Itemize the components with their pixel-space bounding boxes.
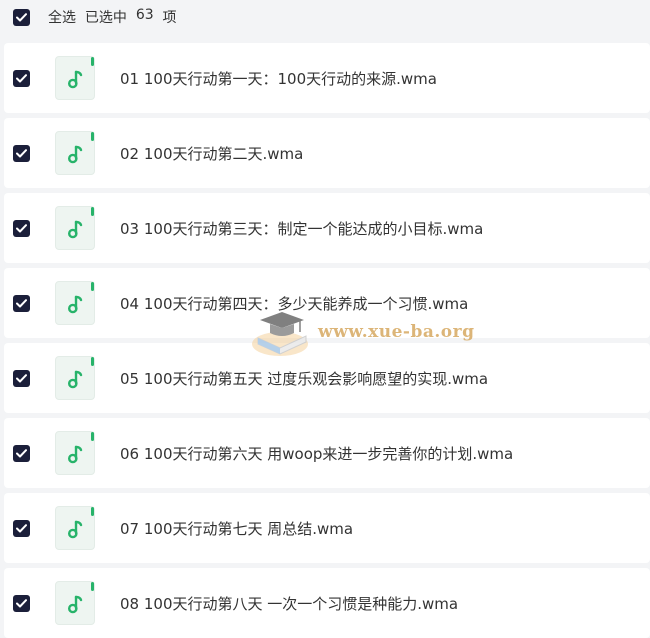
- selection-summary: 全选 已选中 63 项: [48, 7, 177, 27]
- checkmark-icon: [16, 223, 27, 232]
- file-row[interactable]: 04 100天行动第四天：多少天能养成一个习惯.wma: [4, 268, 650, 338]
- file-name: 02 100天行动第二天.wma: [120, 144, 304, 163]
- selected-prefix: 已选中: [84, 10, 127, 26]
- checkmark-icon: [16, 448, 27, 457]
- file-name: 04 100天行动第四天：多少天能养成一个习惯.wma: [120, 294, 469, 313]
- file-name: 03 100天行动第三天：制定一个能达成的小目标.wma: [120, 219, 484, 238]
- checkmark-icon: [16, 298, 27, 307]
- checkmark-icon: [16, 598, 27, 607]
- select-all-checkbox[interactable]: [13, 8, 30, 26]
- file-row[interactable]: 07 100天行动第七天 周总结.wma: [4, 493, 650, 563]
- music-note-icon: [55, 281, 95, 325]
- file-name: 07 100天行动第七天 周总结.wma: [120, 519, 354, 538]
- file-checkbox[interactable]: [13, 519, 30, 537]
- file-row[interactable]: 03 100天行动第三天：制定一个能达成的小目标.wma: [4, 193, 650, 263]
- checkmark-icon: [16, 148, 27, 157]
- music-note-icon: [55, 431, 95, 475]
- file-row[interactable]: 05 100天行动第五天 过度乐观会影响愿望的实现.wma: [4, 343, 650, 413]
- file-row[interactable]: 08 100天行动第八天 一次一个习惯是种能力.wma: [4, 568, 650, 638]
- music-note-icon: [55, 356, 95, 400]
- file-checkbox[interactable]: [13, 144, 30, 162]
- checkmark-icon: [16, 523, 27, 532]
- music-note-icon: [55, 131, 95, 175]
- file-row[interactable]: 02 100天行动第二天.wma: [4, 118, 650, 188]
- music-note-icon: [55, 506, 95, 550]
- file-checkbox[interactable]: [13, 294, 30, 312]
- file-name: 08 100天行动第八天 一次一个习惯是种能力.wma: [120, 594, 459, 613]
- selected-suffix: 项: [162, 10, 177, 26]
- selected-count: 63: [135, 7, 154, 23]
- music-note-icon: [55, 581, 95, 625]
- file-row[interactable]: 01 100天行动第一天：100天行动的来源.wma: [4, 43, 650, 113]
- checkmark-icon: [16, 373, 27, 382]
- selection-header: 全选 已选中 63 项: [0, 0, 650, 34]
- music-note-icon: [55, 56, 95, 100]
- checkmark-icon: [16, 73, 27, 82]
- file-name: 05 100天行动第五天 过度乐观会影响愿望的实现.wma: [120, 369, 489, 388]
- file-name: 06 100天行动第六天 用woop来进一步完善你的计划.wma: [120, 444, 514, 463]
- file-checkbox[interactable]: [13, 444, 30, 462]
- music-note-icon: [55, 206, 95, 250]
- checkmark-icon: [16, 12, 27, 21]
- select-all-label[interactable]: 全选: [48, 7, 76, 27]
- file-row[interactable]: 06 100天行动第六天 用woop来进一步完善你的计划.wma: [4, 418, 650, 488]
- file-checkbox[interactable]: [13, 219, 30, 237]
- file-checkbox[interactable]: [13, 369, 30, 387]
- file-checkbox[interactable]: [13, 69, 30, 87]
- file-name: 01 100天行动第一天：100天行动的来源.wma: [120, 69, 437, 88]
- file-checkbox[interactable]: [13, 594, 30, 612]
